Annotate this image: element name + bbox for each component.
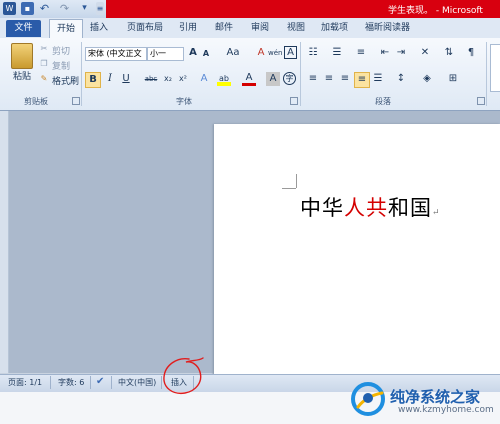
group-divider: [81, 42, 82, 106]
subscript-button[interactable]: x₂: [161, 72, 175, 86]
bullets-icon[interactable]: ☷: [306, 46, 320, 60]
multilevel-list-icon[interactable]: ≡: [354, 46, 368, 60]
format-painter-button[interactable]: 格式刷: [52, 74, 79, 87]
tab-references[interactable]: 引用: [179, 21, 197, 36]
italic-button[interactable]: I: [103, 72, 117, 86]
word-count-status[interactable]: 字数: 6: [58, 377, 84, 388]
sort-icon[interactable]: ⇅: [442, 46, 456, 60]
bold-button[interactable]: B: [85, 72, 101, 88]
font-color-icon[interactable]: A: [242, 72, 256, 86]
tab-addins[interactable]: 加载项: [321, 21, 348, 36]
document-page[interactable]: [214, 124, 500, 376]
line-spacing-icon[interactable]: ↕: [394, 72, 408, 86]
document-text[interactable]: 中华人共和国↵: [300, 192, 441, 222]
paragraph-group-label: 段落: [375, 97, 391, 106]
annotation-circle: [163, 357, 204, 395]
clipboard-launcher-icon[interactable]: [72, 97, 80, 105]
enclose-characters-icon[interactable]: 字: [283, 72, 296, 85]
shrink-font-icon[interactable]: A: [199, 47, 213, 61]
underline-button[interactable]: U: [119, 72, 133, 86]
tab-home[interactable]: 开始: [49, 19, 83, 39]
numbering-icon[interactable]: ☰: [330, 46, 344, 60]
font-launcher-icon[interactable]: [290, 97, 298, 105]
increase-indent-icon[interactable]: ⇥: [394, 46, 408, 60]
chinese-layout-icon[interactable]: ✕: [418, 46, 432, 60]
proofing-icon[interactable]: ✔: [96, 376, 104, 387]
font-name-combo[interactable]: 宋体 (中文正文: [85, 47, 147, 61]
styles-gallery[interactable]: [490, 44, 500, 92]
grow-font-icon[interactable]: A: [186, 46, 200, 60]
undo-icon[interactable]: ↶: [38, 2, 51, 15]
dropdown-icon[interactable]: ▾: [78, 2, 91, 15]
customize-icon[interactable]: ≡: [96, 2, 104, 15]
show-marks-icon[interactable]: ¶: [464, 46, 478, 60]
redo-icon[interactable]: ↷: [58, 2, 71, 15]
align-left-icon[interactable]: ≡: [306, 72, 320, 86]
distributed-icon[interactable]: ☰: [371, 72, 385, 86]
superscript-button[interactable]: x²: [176, 72, 190, 86]
language-status[interactable]: 中文(中国): [118, 377, 156, 388]
change-case-icon[interactable]: Aa: [224, 46, 242, 60]
status-divider: [50, 376, 51, 389]
margin-corner-mark: [282, 188, 296, 189]
align-center-icon[interactable]: ≡: [322, 72, 336, 86]
watermark-title: 纯净系统之家: [390, 388, 481, 406]
save-icon[interactable]: ▪: [21, 2, 34, 15]
text-effects-icon[interactable]: A: [197, 72, 211, 86]
cut-icon[interactable]: ✂: [38, 43, 50, 55]
tab-foxit-reader[interactable]: 福昕阅读器: [365, 21, 410, 36]
paragraph-mark: ↵: [432, 208, 441, 218]
text-normal: 和国: [388, 196, 432, 220]
margin-corner-mark: [296, 174, 297, 188]
paste-icon[interactable]: [11, 43, 33, 69]
text-red: 人共: [344, 196, 388, 220]
tab-view[interactable]: 视图: [287, 21, 305, 36]
cut-button[interactable]: 剪切: [52, 44, 70, 57]
highlight-icon[interactable]: ab: [217, 72, 231, 86]
tab-insert[interactable]: 插入: [90, 21, 108, 36]
group-divider: [486, 42, 487, 106]
character-shading-icon[interactable]: A: [266, 72, 280, 86]
paste-button[interactable]: 粘贴: [13, 69, 31, 82]
watermark-url: www.kzmyhome.com: [398, 405, 494, 415]
tab-file[interactable]: 文件: [6, 20, 41, 37]
character-border-icon[interactable]: A: [284, 46, 297, 59]
status-divider: [111, 376, 112, 389]
shading-icon[interactable]: ◈: [420, 72, 434, 86]
align-right-icon[interactable]: ≡: [338, 72, 352, 86]
clipboard-group-label: 剪贴板: [24, 97, 48, 106]
copy-button[interactable]: 复制: [52, 59, 70, 72]
decrease-indent-icon[interactable]: ⇤: [378, 46, 392, 60]
status-divider: [90, 376, 91, 389]
copy-icon[interactable]: ❐: [38, 58, 50, 70]
tab-mailings[interactable]: 邮件: [215, 21, 233, 36]
vertical-ruler[interactable]: [0, 111, 9, 373]
font-group-label: 字体: [176, 97, 192, 106]
format-painter-icon[interactable]: ✎: [38, 73, 50, 85]
borders-icon[interactable]: ⊞: [446, 72, 460, 86]
page-count-status[interactable]: 页面: 1/1: [8, 377, 42, 388]
group-divider: [300, 42, 301, 106]
clear-format-icon[interactable]: A: [254, 46, 268, 60]
paragraph-launcher-icon[interactable]: [477, 97, 485, 105]
strikethrough-button[interactable]: abc: [143, 72, 159, 86]
window-title: 学生表现。 - Microsoft: [388, 6, 483, 16]
justify-icon[interactable]: ≡: [354, 72, 370, 88]
watermark-logo-icon: [351, 382, 385, 416]
phonetic-guide-icon[interactable]: wén: [268, 46, 282, 60]
font-size-combo[interactable]: 小一: [147, 47, 184, 61]
tab-page-layout[interactable]: 页面布局: [127, 21, 163, 36]
word-logo-icon[interactable]: W: [3, 2, 16, 15]
tab-review[interactable]: 审阅: [251, 21, 269, 36]
text-normal: 中华: [300, 196, 344, 220]
